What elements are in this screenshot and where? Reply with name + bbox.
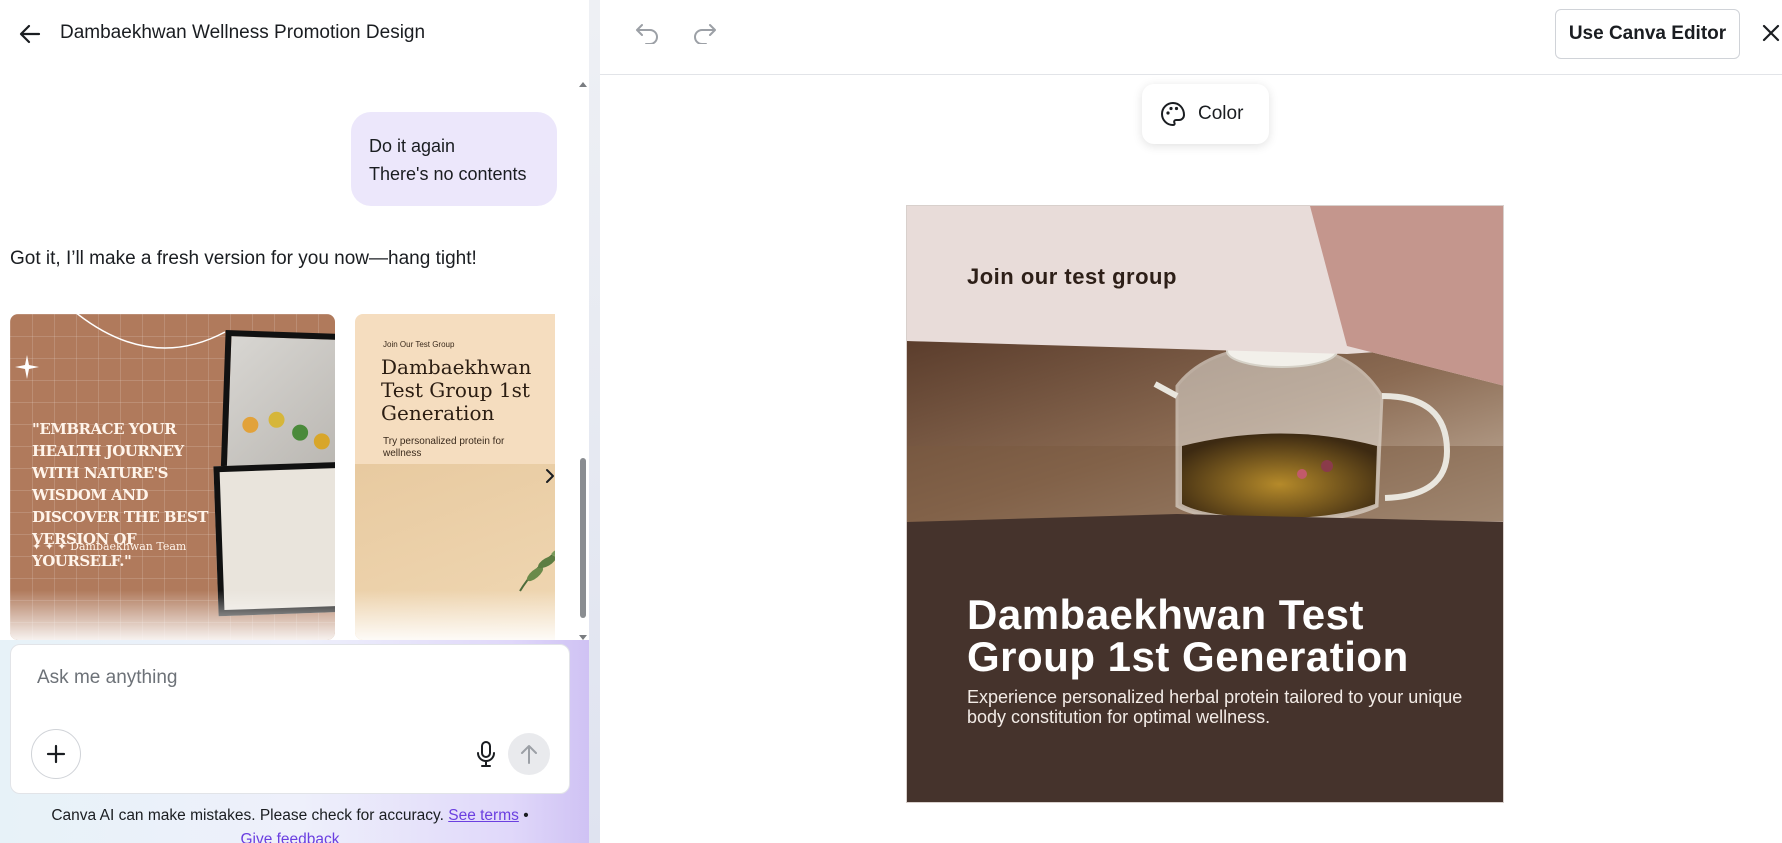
design-option-card[interactable]: Join Our Test Group Dambaekhwan Test Gro… (355, 314, 555, 640)
back-button[interactable] (14, 18, 46, 50)
scrollbar-thumb[interactable] (580, 458, 586, 618)
card-fade (10, 590, 335, 640)
design-title: Dambaekhwan Wellness Promotion Design (60, 22, 426, 43)
see-terms-link[interactable]: See terms (448, 807, 519, 824)
chat-header: Dambaekhwan Wellness Promotion Design (0, 0, 589, 68)
design-options-carousel: "EMBRACE YOUR HEALTH JOURNEY WITH NATURE… (10, 314, 555, 640)
use-canva-editor-button[interactable]: Use Canva Editor (1555, 9, 1740, 59)
card-fade (355, 590, 555, 640)
redo-icon (694, 24, 716, 44)
chat-composer (10, 644, 570, 794)
chat-input[interactable] (37, 661, 537, 695)
arrow-left-icon (19, 24, 41, 44)
palette-icon (1161, 101, 1186, 127)
design-body-text: Experience personalized herbal protein t… (967, 687, 1463, 727)
color-button[interactable]: Color (1142, 84, 1269, 144)
user-message-line: There's no contents (369, 164, 527, 184)
sparkle-icon (15, 355, 39, 379)
close-icon (1762, 24, 1780, 42)
undo-button[interactable] (630, 16, 664, 50)
user-message-line: Do it again (369, 136, 456, 156)
arrow-up-icon (521, 745, 537, 764)
panel-divider (589, 0, 600, 843)
card-photo-spoons (220, 329, 335, 485)
plus-icon (46, 744, 66, 764)
redo-button[interactable] (688, 16, 722, 50)
design-eyebrow: Join our test group (967, 264, 1177, 289)
scroll-up-arrow[interactable] (577, 76, 589, 87)
design-preview-area: Use Canva Editor Color Join our test gro… (600, 0, 1782, 843)
disclaimer-separator: • (523, 807, 529, 824)
user-message-bubble: Do it again There's no contents (351, 112, 557, 206)
send-button[interactable] (508, 733, 550, 775)
design-option-card[interactable]: "EMBRACE YOUR HEALTH JOURNEY WITH NATURE… (10, 314, 335, 640)
color-button-label: Color (1198, 103, 1244, 124)
scroll-down-arrow[interactable] (577, 630, 589, 640)
design-canvas[interactable]: Join our test group Dambaekhwan Test Gro… (906, 205, 1504, 803)
design-headline: Dambaekhwan Test Group 1st Generation (967, 591, 1409, 680)
microphone-icon (477, 741, 495, 767)
close-button[interactable] (1756, 18, 1782, 48)
add-attachment-button[interactable] (31, 729, 81, 779)
give-feedback-link[interactable]: Give feedback (240, 831, 339, 843)
chat-panel: Dambaekhwan Wellness Promotion Design Do… (0, 0, 589, 843)
disclaimer-text: Canva AI can make mistakes. Please check… (51, 807, 444, 824)
card-eyebrow: Join Our Test Group (383, 340, 455, 349)
card-title: Dambaekhwan Test Group 1st Generation (381, 355, 532, 425)
card-subtitle: Try personalized protein for wellness (383, 436, 505, 459)
preview-toolbar: Use Canva Editor (600, 0, 1782, 75)
undo-icon (636, 24, 658, 44)
ai-reply-text: Got it, I’ll make a fresh version for yo… (10, 248, 477, 269)
microphone-button[interactable] (467, 735, 505, 773)
chevron-right-icon (546, 469, 554, 483)
card-signature: ✦ ✦ ✦ Dambaekhwan Team (32, 540, 187, 553)
ai-disclaimer: Canva AI can make mistakes. Please check… (0, 804, 580, 843)
arc-decoration (76, 314, 226, 349)
leaf-icon (519, 548, 555, 592)
carousel-next-button[interactable] (538, 464, 562, 488)
